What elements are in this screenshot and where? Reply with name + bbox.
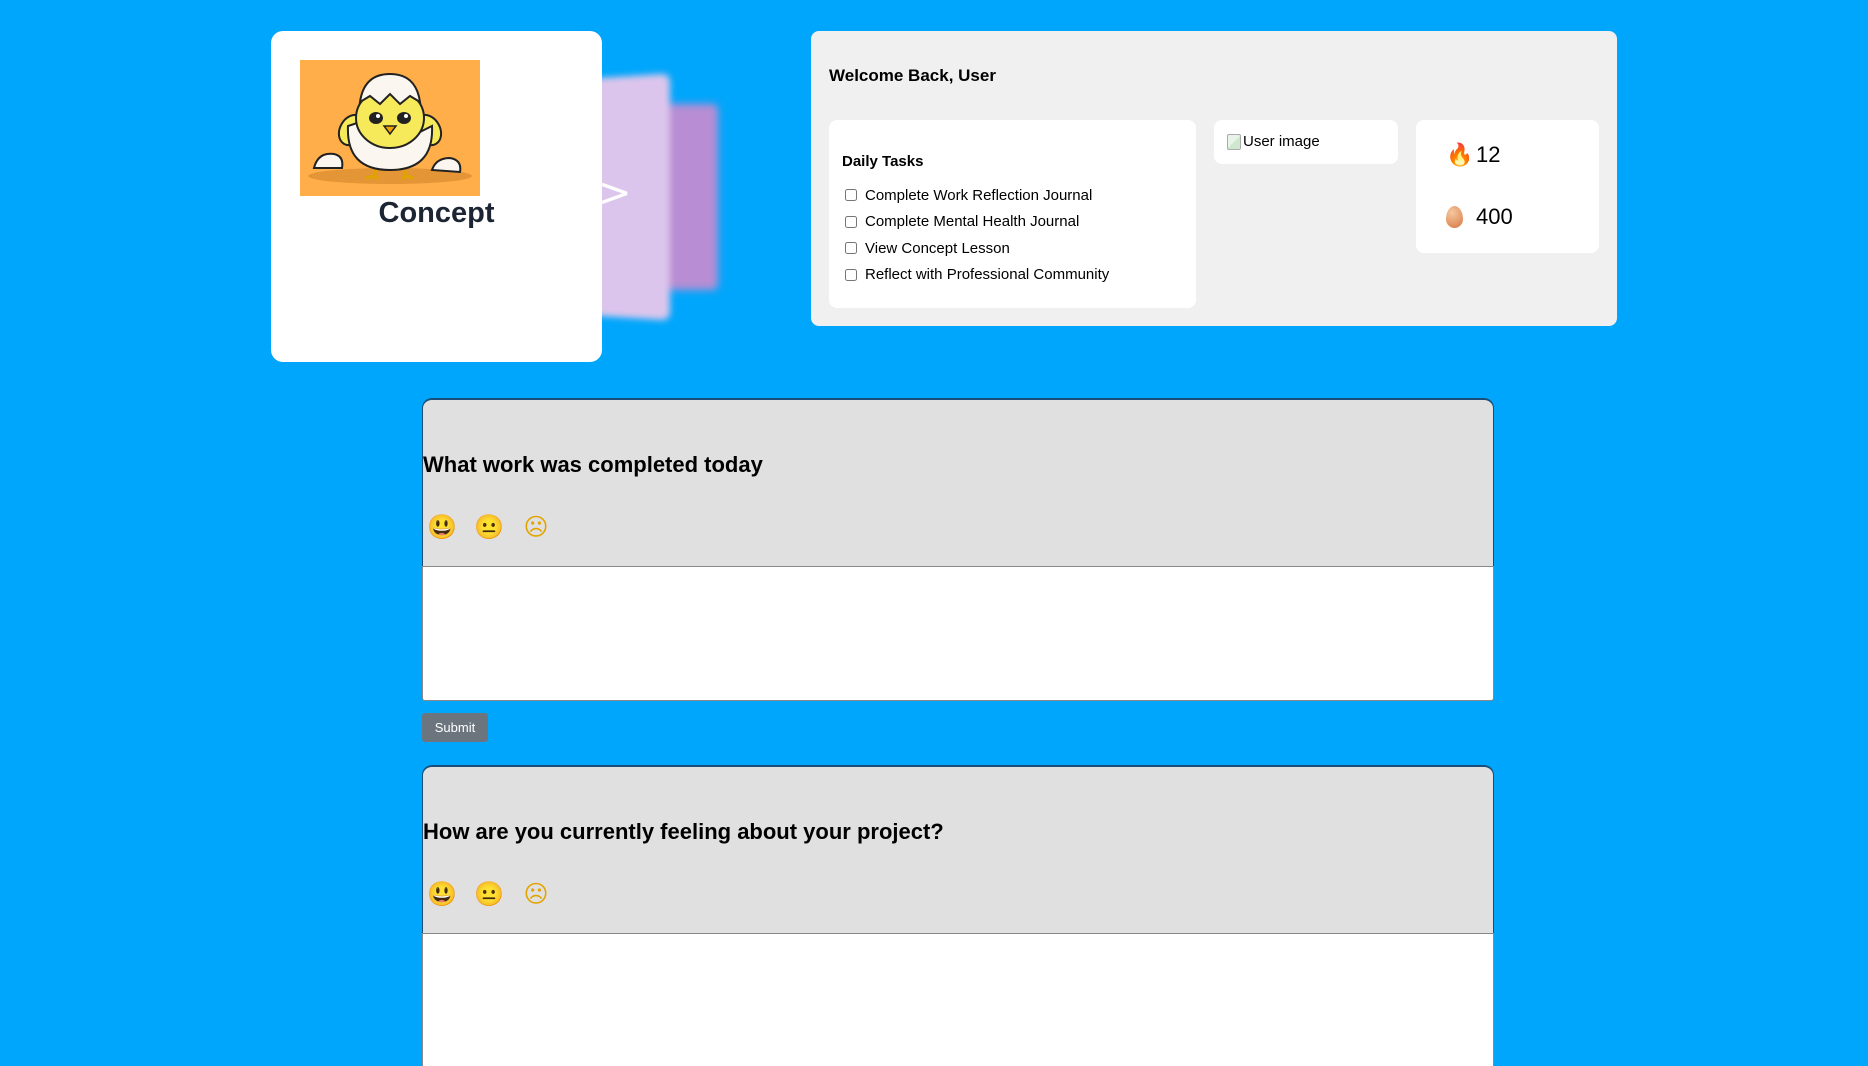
task-label: Complete Mental Health Journal <box>865 213 1080 231</box>
mood-selector: 😃 😐 ☹ <box>427 880 568 910</box>
dashboard-panel: Welcome Back, User Daily Tasks Complete … <box>811 31 1617 326</box>
concept-card[interactable]: Concept <box>271 31 602 362</box>
mood-sad-button[interactable]: ☹ <box>521 513 551 543</box>
mood-sad-button[interactable]: ☹ <box>521 880 551 910</box>
streak-stat: 🔥 12 <box>1446 142 1500 168</box>
mood-neutral-button[interactable]: 😐 <box>474 513 504 543</box>
fire-icon: 🔥 <box>1446 142 1474 167</box>
task-item: Complete Work Reflection Journal <box>842 182 1109 209</box>
task-item: View Concept Lesson <box>842 235 1109 262</box>
task-checkbox-professional-community[interactable] <box>845 268 857 281</box>
welcome-heading: Welcome Back, User <box>829 66 996 85</box>
task-checkbox-concept-lesson[interactable] <box>845 242 857 255</box>
project-feeling-input[interactable] <box>422 933 1494 1066</box>
chick-illustration <box>308 72 472 184</box>
egg-icon <box>1446 206 1463 228</box>
eggs-count: 400 <box>1476 204 1513 229</box>
mood-neutral-button[interactable]: 😐 <box>474 880 504 910</box>
user-image: User image <box>1227 133 1320 150</box>
page: Concept > Welcome Back, User Daily Tasks… <box>0 0 1868 1066</box>
task-item: Complete Mental Health Journal <box>842 209 1109 236</box>
submit-button[interactable]: Submit <box>422 713 488 742</box>
work-journal-input[interactable] <box>422 566 1494 701</box>
journal-question: What work was completed today <box>423 452 763 477</box>
streak-count: 12 <box>1476 142 1501 167</box>
carousel-next-arrow-icon[interactable]: > <box>598 170 632 216</box>
journal-question: How are you currently feeling about your… <box>423 819 944 844</box>
chick-hatching-image <box>300 60 480 196</box>
user-image-alt-text: User image <box>1243 133 1320 150</box>
broken-image-icon <box>1227 133 1241 150</box>
mood-selector: 😃 😐 ☹ <box>427 513 568 543</box>
journal-header: What work was completed today 😃 😐 ☹ <box>422 398 1494 566</box>
task-label: Reflect with Professional Community <box>865 266 1110 284</box>
stats-card: 🔥 12 400 <box>1416 120 1599 253</box>
task-label: Complete Work Reflection Journal <box>865 186 1093 204</box>
daily-tasks-title: Daily Tasks <box>842 153 924 170</box>
task-checkbox-mental-health[interactable] <box>845 215 857 228</box>
eggs-stat: 400 <box>1446 204 1513 230</box>
task-item: Reflect with Professional Community <box>842 262 1109 289</box>
concept-title: Concept <box>378 197 495 229</box>
task-checkbox-work-reflection[interactable] <box>845 189 857 202</box>
work-journal-form: What work was completed today 😃 😐 ☹ Subm… <box>422 398 1494 742</box>
mood-happy-button[interactable]: 😃 <box>427 880 457 910</box>
project-feeling-journal-form: How are you currently feeling about your… <box>422 765 1494 1066</box>
daily-tasks-card: Daily Tasks Complete Work Reflection Jou… <box>829 120 1196 308</box>
user-image-card: User image <box>1214 120 1398 164</box>
mood-happy-button[interactable]: 😃 <box>427 513 457 543</box>
task-label: View Concept Lesson <box>865 239 1010 257</box>
journal-header: How are you currently feeling about your… <box>422 765 1494 933</box>
daily-task-list: Complete Work Reflection Journal Complet… <box>842 182 1109 288</box>
